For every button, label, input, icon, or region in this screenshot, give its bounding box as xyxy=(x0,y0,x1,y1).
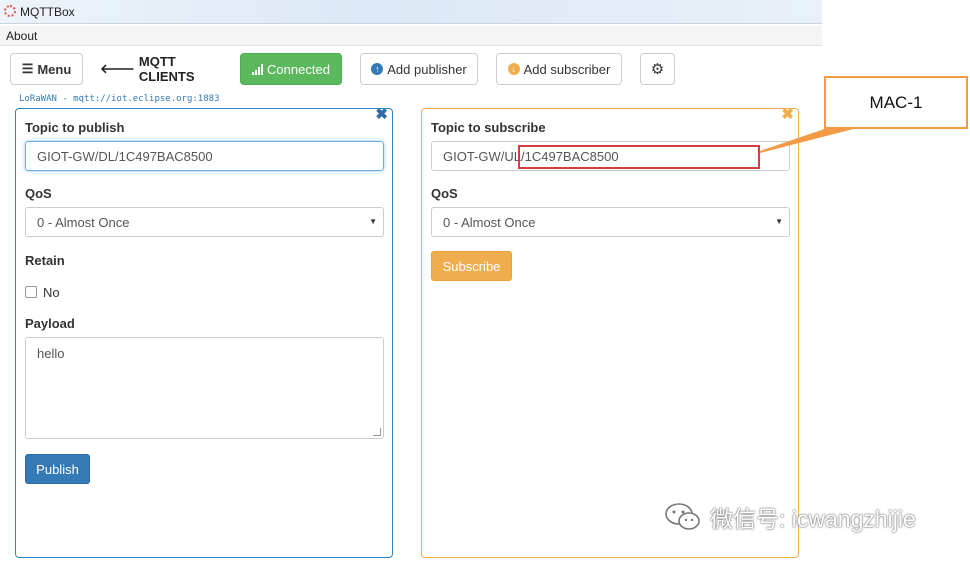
add-subscriber-label: Add subscriber xyxy=(523,61,611,77)
mqtt-clients-button[interactable]: 🡐 MQTT CLIENTS xyxy=(100,53,224,85)
watermark: 微信号: icwangzhijie xyxy=(664,500,916,534)
signal-icon xyxy=(252,63,264,75)
mac-callout: MAC-1 xyxy=(824,76,968,129)
menu-button[interactable]: ☰ Menu xyxy=(10,53,83,85)
publish-topic-label: Topic to publish xyxy=(25,120,125,135)
close-icon[interactable]: ✖ xyxy=(781,105,794,123)
hamburger-icon: ☰ xyxy=(21,61,34,76)
subscribe-qos-value: 0 - Almost Once xyxy=(443,214,536,230)
menu-about[interactable]: About xyxy=(6,29,37,43)
retain-option-label: No xyxy=(43,285,60,300)
settings-button[interactable]: ⚙ xyxy=(640,53,675,85)
wechat-icon xyxy=(665,503,700,530)
app-icon xyxy=(4,5,16,17)
subscribe-topic-prefix: GIOT-GW/UL/ xyxy=(443,148,525,164)
payload-textarea[interactable]: hello xyxy=(25,337,384,439)
gear-icon: ⚙ xyxy=(650,61,665,78)
mac-callout-text: MAC-1 xyxy=(869,92,923,112)
payload-label: Payload xyxy=(25,316,75,331)
menu-bar: About xyxy=(0,26,822,46)
chevron-down-icon: ▼ xyxy=(369,217,377,226)
close-icon[interactable]: ✖ xyxy=(375,105,388,123)
connected-button[interactable]: Connected xyxy=(240,53,342,85)
subscribe-qos-select[interactable]: 0 - Almost Once ▼ xyxy=(431,207,790,237)
mac-highlight-box xyxy=(518,145,760,169)
arrow-down-circle-icon: ↓ xyxy=(507,63,520,75)
arrow-up-circle-icon: ↑ xyxy=(371,63,384,75)
payload-value: hello xyxy=(37,346,65,361)
arrow-left-icon: 🡐 xyxy=(100,61,135,76)
publish-button[interactable]: Publish xyxy=(25,454,90,484)
publish-topic-input[interactable]: GIOT-GW/DL/1C497BAC8500 xyxy=(25,141,384,171)
add-publisher-label: Add publisher xyxy=(387,61,467,77)
connected-label: Connected xyxy=(267,61,330,77)
window-title: MQTTBox xyxy=(20,5,75,19)
retain-label: Retain xyxy=(25,253,65,268)
retain-checkbox[interactable] xyxy=(25,286,37,298)
add-publisher-button[interactable]: ↑ Add publisher xyxy=(360,53,478,85)
broker-connection-text: LoRaWAN - mqtt://iot.eclipse.org:1883 xyxy=(19,94,220,104)
publish-qos-label: QoS xyxy=(25,186,52,201)
resize-grip-icon[interactable] xyxy=(373,428,381,436)
subscribe-topic-label: Topic to subscribe xyxy=(431,120,546,135)
chevron-down-icon: ▼ xyxy=(775,217,783,226)
menu-button-label: Menu xyxy=(37,61,72,77)
subscribe-button[interactable]: Subscribe xyxy=(431,251,512,281)
publish-qos-select[interactable]: 0 - Almost Once ▼ xyxy=(25,207,384,237)
publish-qos-value: 0 - Almost Once xyxy=(37,214,130,230)
publisher-panel: ✖ Topic to publish GIOT-GW/DL/1C497BAC85… xyxy=(15,105,393,558)
watermark-text: 微信号: icwangzhijie xyxy=(710,506,916,532)
subscribe-qos-label: QoS xyxy=(431,186,458,201)
mqtt-clients-label: MQTT CLIENTS xyxy=(138,54,195,84)
subscriber-panel: ✖ Topic to subscribe GIOT-GW/UL/1C497BAC… xyxy=(421,105,799,558)
add-subscriber-button[interactable]: ↓ Add subscriber xyxy=(496,53,622,85)
title-bar: MQTTBox xyxy=(0,0,822,24)
